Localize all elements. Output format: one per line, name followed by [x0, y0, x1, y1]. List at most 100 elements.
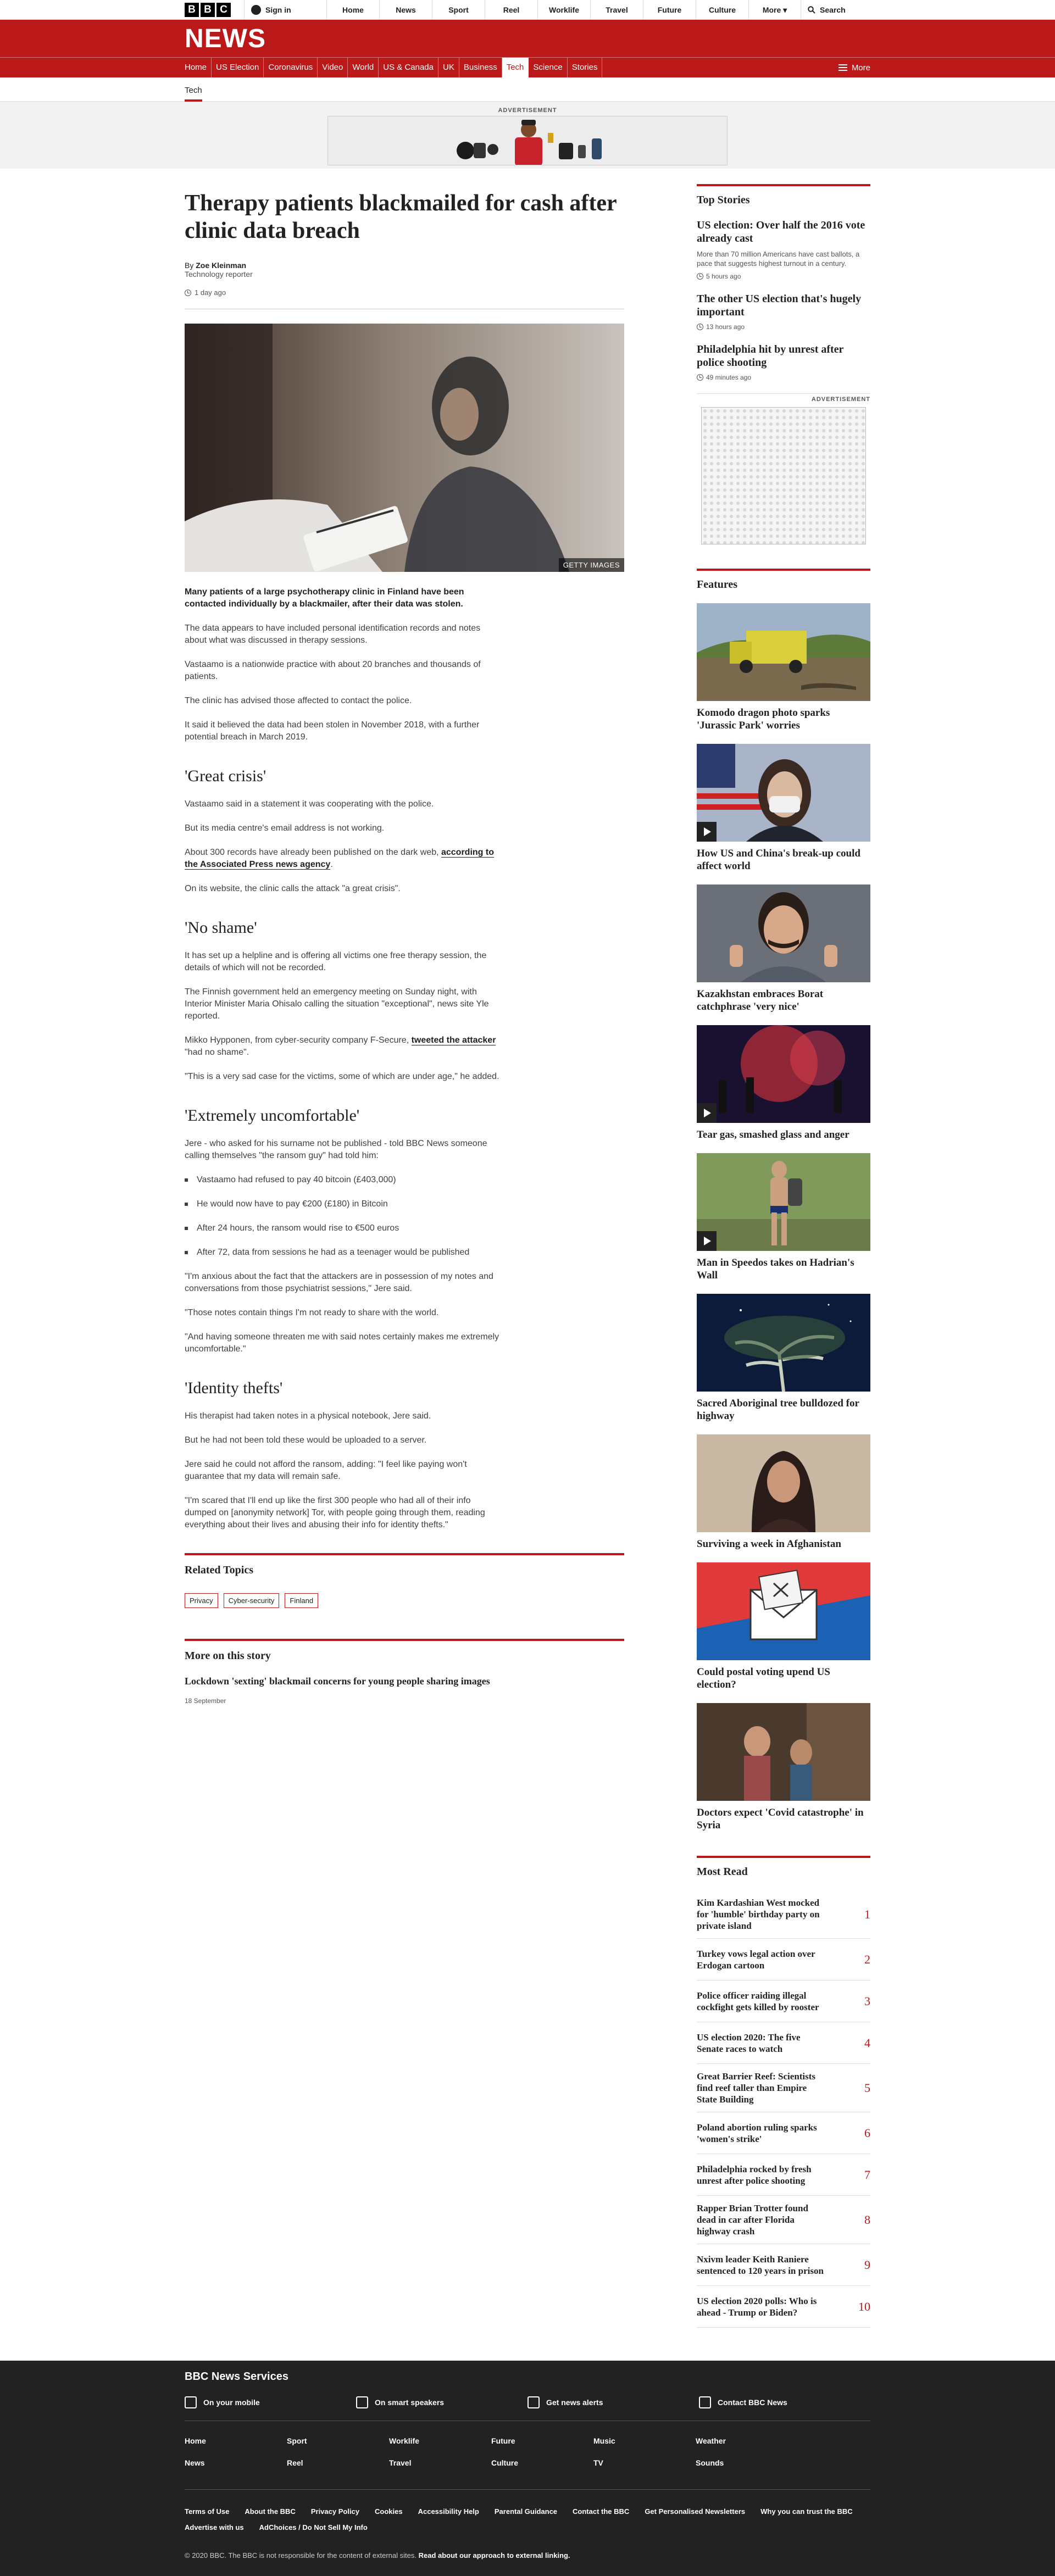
global-nav-home[interactable]: Home [326, 0, 379, 20]
feature-title[interactable]: Could postal voting upend US election? [697, 1666, 870, 1691]
legal-link[interactable]: Privacy Policy [311, 2507, 359, 2516]
news-nav-world[interactable]: World [348, 58, 379, 77]
more-story-link[interactable]: Lockdown 'sexting' blackmail concerns fo… [185, 1676, 624, 1687]
global-nav-travel[interactable]: Travel [590, 0, 643, 20]
footer-link[interactable]: TV [593, 2458, 696, 2467]
legal-link[interactable]: Contact the BBC [573, 2507, 629, 2516]
most-read-item[interactable]: US election 2020: The five Senate races … [697, 2022, 870, 2064]
news-nav-us-election[interactable]: US Election [212, 58, 264, 77]
most-read-item[interactable]: Kim Kardashian West mocked for 'humble' … [697, 1890, 870, 1939]
top-story-title[interactable]: US election: Over half the 2016 vote alr… [697, 219, 870, 245]
feature-title[interactable]: Tear gas, smashed glass and anger [697, 1128, 870, 1141]
legal-link[interactable]: AdChoices / Do Not Sell My Info [259, 2523, 368, 2532]
news-nav-science[interactable]: Science [529, 58, 568, 77]
most-read-item[interactable]: Philadelphia rocked by fresh unrest afte… [697, 2154, 870, 2196]
news-logo[interactable]: NEWS [185, 24, 266, 54]
legal-link[interactable]: Advertise with us [185, 2523, 244, 2532]
most-read-item[interactable]: Police officer raiding illegal cockfight… [697, 1980, 870, 2022]
advert-slot[interactable] [701, 407, 866, 544]
top-story-item[interactable]: The other US election that's hugely impo… [697, 292, 870, 331]
bbc-logo[interactable]: B B C [185, 3, 231, 17]
most-read-title[interactable]: Police officer raiding illegal cockfight… [697, 1990, 829, 2013]
footer-link[interactable]: Home [185, 2436, 287, 2445]
top-story-item[interactable]: US election: Over half the 2016 vote alr… [697, 219, 870, 280]
service-contact[interactable]: Contact BBC News [699, 2396, 870, 2408]
footer-link[interactable]: Worklife [389, 2436, 491, 2445]
news-nav-uk[interactable]: UK [438, 58, 459, 77]
tag-cyber-security[interactable]: Cyber-security [223, 1593, 280, 1608]
footer-link[interactable]: Travel [389, 2458, 491, 2467]
feature-item[interactable]: Kazakhstan embraces Borat catchphrase 'v… [697, 884, 870, 1013]
feature-item[interactable]: Surviving a week in Afghanistan [697, 1434, 870, 1550]
news-nav-us-canada[interactable]: US & Canada [379, 58, 438, 77]
legal-link[interactable]: Parental Guidance [495, 2507, 557, 2516]
news-nav-coronavirus[interactable]: Coronavirus [264, 58, 318, 77]
feature-title[interactable]: Sacred Aboriginal tree bulldozed for hig… [697, 1397, 870, 1422]
global-nav-worklife[interactable]: Worklife [537, 0, 590, 20]
global-nav-reel[interactable]: Reel [485, 0, 537, 20]
most-read-title[interactable]: US election 2020 polls: Who is ahead - T… [697, 2295, 829, 2318]
legal-link[interactable]: About the BBC [245, 2507, 295, 2516]
footer-link[interactable]: Weather [696, 2436, 798, 2445]
most-read-title[interactable]: Poland abortion ruling sparks 'women's s… [697, 2122, 829, 2145]
tweet-link[interactable]: tweeted the attacker [411, 1036, 496, 1045]
feature-title[interactable]: Surviving a week in Afghanistan [697, 1538, 870, 1550]
feature-image[interactable] [697, 884, 870, 982]
tag-privacy[interactable]: Privacy [185, 1593, 218, 1608]
signin-link[interactable]: Sign in [244, 0, 326, 20]
most-read-item[interactable]: Poland abortion ruling sparks 'women's s… [697, 2112, 870, 2154]
service-mobile[interactable]: On your mobile [185, 2396, 356, 2408]
feature-item[interactable]: Sacred Aboriginal tree bulldozed for hig… [697, 1294, 870, 1422]
legal-link[interactable]: Why you can trust the BBC [760, 2507, 853, 2516]
footer-link[interactable]: Sport [287, 2436, 389, 2445]
most-read-title[interactable]: Philadelphia rocked by fresh unrest afte… [697, 2163, 829, 2186]
most-read-title[interactable]: Nxivm leader Keith Raniere sentenced to … [697, 2254, 829, 2277]
footer-link[interactable]: Sounds [696, 2458, 798, 2467]
most-read-title[interactable]: Turkey vows legal action over Erdogan ca… [697, 1948, 829, 1971]
global-nav-future[interactable]: Future [643, 0, 696, 20]
most-read-item[interactable]: Great Barrier Reef: Scientists find reef… [697, 2064, 870, 2112]
service-smart-speakers[interactable]: On smart speakers [356, 2396, 528, 2408]
feature-item[interactable]: Man in Speedos takes on Hadrian's Wall [697, 1153, 870, 1282]
feature-image[interactable] [697, 603, 870, 701]
most-read-title[interactable]: US election 2020: The five Senate races … [697, 2032, 829, 2055]
global-nav-news[interactable]: News [379, 0, 432, 20]
feature-image[interactable] [697, 1562, 870, 1660]
most-read-item[interactable]: Rapper Brian Trotter found dead in car a… [697, 2196, 870, 2244]
news-nav-home[interactable]: Home [185, 58, 212, 77]
footer-link[interactable]: Reel [287, 2458, 389, 2467]
footer-link[interactable]: Culture [491, 2458, 593, 2467]
feature-item[interactable]: Komodo dragon photo sparks 'Jurassic Par… [697, 603, 870, 732]
subnav-tech[interactable]: Tech [185, 86, 202, 102]
feature-image[interactable] [697, 1153, 870, 1251]
feature-item[interactable]: How US and China's break-up could affect… [697, 744, 870, 872]
service-news-alerts[interactable]: Get news alerts [528, 2396, 699, 2408]
footer-link[interactable]: News [185, 2458, 287, 2467]
external-linking-link[interactable]: Read about our approach to external link… [419, 2551, 570, 2560]
feature-title[interactable]: Kazakhstan embraces Borat catchphrase 'v… [697, 988, 870, 1013]
legal-link[interactable]: Terms of Use [185, 2507, 229, 2516]
feature-image[interactable] [697, 1025, 870, 1123]
feature-image[interactable] [697, 1703, 870, 1801]
legal-link[interactable]: Cookies [375, 2507, 403, 2516]
most-read-item[interactable]: US election 2020 polls: Who is ahead - T… [697, 2286, 870, 2328]
feature-image[interactable] [697, 1294, 870, 1392]
tag-finland[interactable]: Finland [285, 1593, 319, 1608]
top-story-title[interactable]: Philadelphia hit by unrest after police … [697, 343, 870, 369]
feature-title[interactable]: Komodo dragon photo sparks 'Jurassic Par… [697, 706, 870, 732]
feature-title[interactable]: Man in Speedos takes on Hadrian's Wall [697, 1256, 870, 1282]
feature-image[interactable] [697, 1434, 870, 1532]
top-story-item[interactable]: Philadelphia hit by unrest after police … [697, 343, 870, 381]
footer-link[interactable]: Future [491, 2436, 593, 2445]
news-nav-business[interactable]: Business [459, 58, 502, 77]
feature-title[interactable]: How US and China's break-up could affect… [697, 847, 870, 872]
search-link[interactable]: Search [801, 0, 862, 20]
feature-image[interactable] [697, 744, 870, 842]
play-icon[interactable] [697, 1231, 717, 1251]
legal-link[interactable]: Get Personalised Newsletters [645, 2507, 745, 2516]
feature-item[interactable]: Doctors expect 'Covid catastrophe' in Sy… [697, 1703, 870, 1832]
news-more-button[interactable]: More [838, 63, 870, 73]
global-nav-more[interactable]: More ▾ [748, 0, 801, 20]
advert-banner[interactable] [327, 116, 728, 165]
feature-item[interactable]: Could postal voting upend US election? [697, 1562, 870, 1691]
